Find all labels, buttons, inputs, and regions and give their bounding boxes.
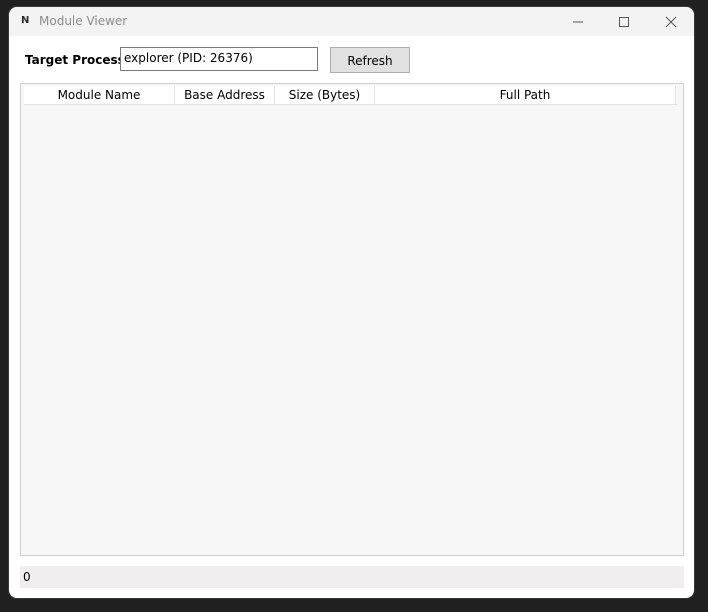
refresh-button[interactable]: Refresh: [330, 47, 410, 73]
module-viewer-window: N Module Viewer Target Process: explorer…: [9, 7, 694, 598]
maximize-icon: [619, 16, 629, 27]
status-count: 0: [23, 570, 31, 584]
window-title: Module Viewer: [39, 14, 128, 28]
target-process-label: Target Process:: [25, 53, 130, 67]
close-icon: [665, 16, 677, 27]
target-process-input[interactable]: explorer (PID: 26376): [120, 47, 318, 71]
close-button[interactable]: [648, 7, 694, 36]
app-icon: N: [21, 15, 30, 26]
column-header-base-address[interactable]: Base Address: [175, 86, 275, 104]
maximize-button[interactable]: [601, 7, 647, 36]
minimize-icon: [573, 21, 583, 22]
column-header-module-name[interactable]: Module Name: [24, 86, 175, 104]
module-list-view[interactable]: Module Name Base Address Size (Bytes) Fu…: [20, 83, 684, 556]
minimize-button[interactable]: [555, 7, 601, 36]
column-header-full-path[interactable]: Full Path: [375, 86, 676, 104]
status-bar: 0: [20, 566, 684, 588]
column-header-size[interactable]: Size (Bytes): [275, 86, 375, 104]
column-header-row: Module Name Base Address Size (Bytes) Fu…: [24, 86, 677, 105]
title-bar[interactable]: N Module Viewer: [9, 7, 694, 36]
